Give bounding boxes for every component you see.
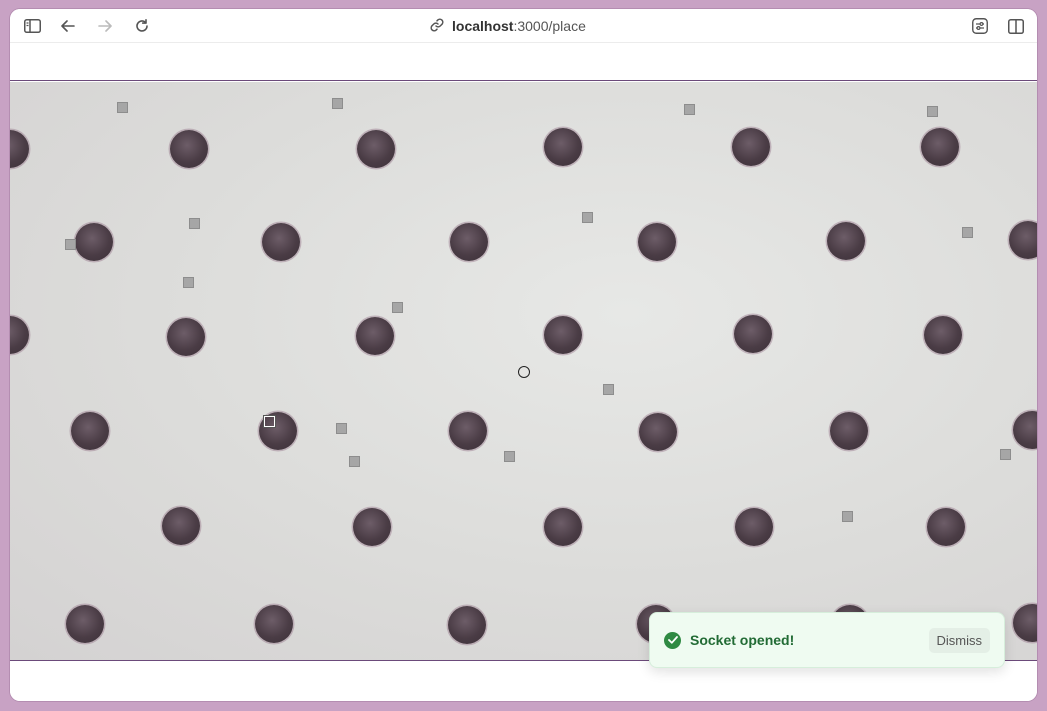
plate-hole: [448, 606, 486, 644]
plate-hole: [924, 316, 962, 354]
plate-hole: [262, 223, 300, 261]
cursor-target-icon: [518, 366, 530, 378]
plate-hole: [255, 605, 293, 643]
plate-hole: [638, 223, 676, 261]
forward-button[interactable]: [94, 16, 116, 36]
position-marker[interactable]: [504, 451, 515, 462]
plate-hole: [921, 128, 959, 166]
plate-hole: [830, 412, 868, 450]
plate-hole: [449, 412, 487, 450]
toast-message: Socket opened!: [690, 632, 795, 648]
plate-hole: [10, 130, 29, 168]
plate-hole: [450, 223, 488, 261]
plate-hole: [544, 508, 582, 546]
position-marker[interactable]: [65, 239, 76, 250]
check-circle-icon: [664, 631, 681, 649]
reload-button[interactable]: [131, 16, 153, 36]
position-marker[interactable]: [927, 106, 938, 117]
plate-hole: [353, 508, 391, 546]
plate-hole: [356, 317, 394, 355]
plate-hole: [66, 605, 104, 643]
position-marker[interactable]: [189, 218, 200, 229]
dismiss-button[interactable]: Dismiss: [928, 627, 990, 653]
back-button[interactable]: [57, 16, 79, 36]
position-marker[interactable]: [349, 456, 360, 467]
split-view-icon[interactable]: [1005, 16, 1027, 36]
plate-hole: [544, 128, 582, 166]
plate-hole: [732, 128, 770, 166]
plate-hole: [357, 130, 395, 168]
position-marker[interactable]: [117, 102, 128, 113]
plate-hole: [734, 315, 772, 353]
plate-hole: [1009, 221, 1037, 259]
position-marker[interactable]: [183, 277, 194, 288]
plate-hole: [162, 507, 200, 545]
position-marker[interactable]: [1000, 449, 1011, 460]
url-host: localhost: [452, 18, 514, 34]
position-marker[interactable]: [336, 423, 347, 434]
address-bar[interactable]: localhost:3000/place: [430, 17, 586, 35]
plate-hole: [1013, 411, 1037, 449]
position-marker[interactable]: [582, 212, 593, 223]
browser-toolbar: localhost:3000/place: [10, 9, 1037, 43]
plate-hole: [1013, 604, 1037, 642]
plate-hole: [167, 318, 205, 356]
plate-hole: [170, 130, 208, 168]
browser-window: localhost:3000/place Socket opened! Dism…: [10, 9, 1037, 701]
position-marker[interactable]: [962, 227, 973, 238]
plate-hole: [75, 223, 113, 261]
page-header-bar: [10, 43, 1037, 81]
plate-hole: [735, 508, 773, 546]
camera-image-canvas[interactable]: [10, 82, 1037, 661]
plate-hole: [927, 508, 965, 546]
position-marker[interactable]: [392, 302, 403, 313]
plate-hole: [827, 222, 865, 260]
plate-hole: [639, 413, 677, 451]
plate-hole: [10, 316, 29, 354]
position-marker[interactable]: [332, 98, 343, 109]
notification-toast: Socket opened! Dismiss: [649, 612, 1005, 668]
plate-hole: [544, 316, 582, 354]
plate-hole: [71, 412, 109, 450]
selected-marker[interactable]: [263, 415, 276, 428]
position-marker[interactable]: [842, 511, 853, 522]
link-icon: [430, 17, 444, 35]
position-marker[interactable]: [603, 384, 614, 395]
sidebar-icon[interactable]: [21, 16, 43, 36]
sliders-icon[interactable]: [969, 16, 991, 36]
url-path: :3000/place: [513, 18, 586, 34]
url-text: localhost:3000/place: [452, 18, 586, 34]
position-marker[interactable]: [684, 104, 695, 115]
